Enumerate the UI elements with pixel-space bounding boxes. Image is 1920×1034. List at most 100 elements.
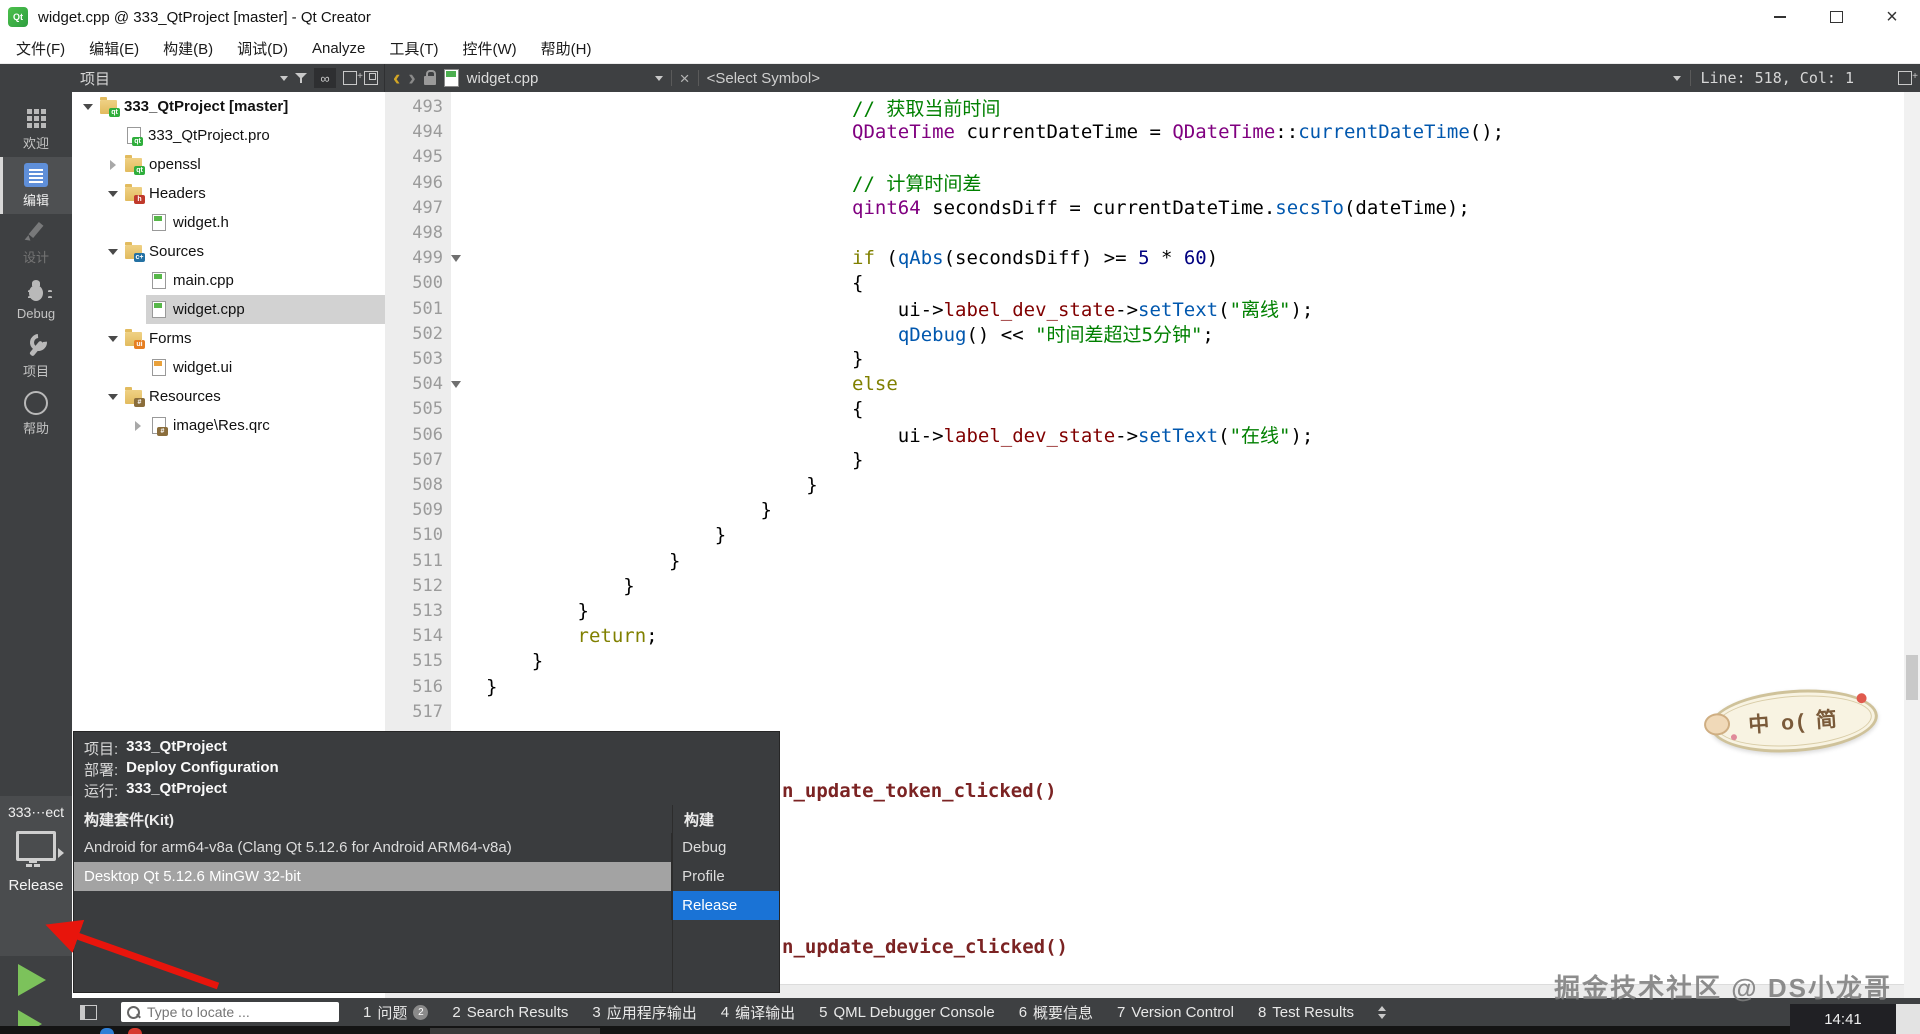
- code-segment: }: [486, 474, 818, 496]
- output-pane-button[interactable]: 1 问题 2: [363, 1002, 429, 1023]
- folder-h-icon: h: [125, 183, 145, 204]
- close-file-icon[interactable]: ×: [680, 70, 690, 87]
- kit-option[interactable]: Desktop Qt 5.12.6 MinGW 32-bit: [74, 862, 672, 891]
- kit-selector-button[interactable]: 333⋯ect Release: [0, 796, 72, 956]
- code-segment: (: [1218, 425, 1230, 448]
- mode-sidebar: 欢迎编辑 设计 Debug 项目 帮助 333⋯ect Release: [0, 64, 72, 1034]
- minimize-button[interactable]: [1752, 0, 1808, 34]
- code-text: {: [469, 398, 863, 420]
- output-pane-button[interactable]: 4 编译输出: [721, 1002, 795, 1023]
- lock-icon: [423, 70, 436, 85]
- mode-label: 欢迎: [22, 135, 49, 151]
- tree-row[interactable]: qt 333_QtProject.pro: [72, 121, 385, 150]
- ui-file-icon: [152, 359, 166, 376]
- sidebar-mode-Debug[interactable]: Debug: [0, 271, 72, 328]
- pane-dropdown-icon[interactable]: [280, 75, 288, 81]
- run-button[interactable]: [18, 964, 46, 996]
- close-button[interactable]: ×: [1864, 0, 1920, 34]
- tree-row[interactable]: h Headers: [72, 179, 385, 208]
- sidebar-mode-设计[interactable]: 设计: [0, 214, 72, 271]
- tree-row[interactable]: c+ Sources: [72, 237, 385, 266]
- vertical-scrollbar[interactable]: [1904, 92, 1920, 998]
- code-text: if (qAbs(secondsDiff) >= 5 * 60): [469, 247, 1218, 269]
- sidebar-mode-欢迎[interactable]: 欢迎: [0, 100, 72, 157]
- split-editor-icon[interactable]: [1898, 71, 1918, 85]
- menu-item[interactable]: 编辑(E): [77, 34, 151, 63]
- maximize-button[interactable]: [1808, 0, 1864, 34]
- sync-with-editor-icon[interactable]: ∞: [314, 68, 336, 88]
- open-file-tab[interactable]: widget.cpp: [467, 70, 647, 87]
- sidebar-mode-帮助[interactable]: 帮助: [0, 385, 72, 442]
- chevron-expanded-icon[interactable]: [105, 393, 121, 400]
- build-option[interactable]: Release: [672, 891, 779, 920]
- menu-item[interactable]: 文件(F): [4, 34, 77, 63]
- menu-item[interactable]: Analyze: [300, 34, 377, 63]
- menu-item[interactable]: 控件(W): [451, 34, 529, 63]
- sidebar-mode-编辑[interactable]: 编辑: [0, 157, 72, 214]
- output-pane-button[interactable]: 2 Search Results: [452, 1004, 568, 1021]
- output-pane-button[interactable]: 3 应用程序输出: [592, 1002, 696, 1023]
- toggle-sidebar-icon[interactable]: [80, 1004, 97, 1020]
- go-back-icon[interactable]: ‹: [393, 67, 400, 89]
- sidebar-mode-项目[interactable]: 项目: [0, 328, 72, 385]
- go-forward-icon[interactable]: ›: [408, 67, 415, 89]
- pane-title[interactable]: 项目: [80, 68, 110, 89]
- tree-row[interactable]: widget.h: [72, 208, 385, 237]
- line-number: 516: [412, 676, 443, 697]
- chevron-collapsed-icon[interactable]: [130, 420, 146, 431]
- code-segment: (secondsDiff) >=: [943, 247, 1139, 270]
- line-number: 517: [412, 701, 443, 722]
- filter-icon[interactable]: [295, 72, 307, 84]
- menu-item[interactable]: 调试(D): [225, 34, 300, 63]
- code-text: {: [469, 272, 863, 294]
- menu-item[interactable]: 帮助(H): [529, 34, 604, 63]
- code-segment: setText: [1138, 425, 1219, 448]
- chevron-expanded-icon[interactable]: [80, 103, 96, 110]
- tree-row[interactable]: qt 333_QtProject [master]: [72, 92, 385, 121]
- chevron-collapsed-icon[interactable]: [105, 159, 121, 170]
- output-pane-button[interactable]: 8 Test Results: [1258, 1004, 1354, 1021]
- qt-creator-icon: Qt: [8, 7, 28, 27]
- line-col-dropdown-icon[interactable]: [1673, 75, 1682, 81]
- output-pane-button[interactable]: 7 Version Control: [1117, 1004, 1234, 1021]
- tree-row[interactable]: widget.ui: [72, 353, 385, 382]
- tree-row[interactable]: # Resources: [72, 382, 385, 411]
- kit-option[interactable]: Android for arm64-v8a (Clang Qt 5.12.6 f…: [74, 833, 671, 862]
- locator-box[interactable]: [121, 1002, 339, 1022]
- fold-marker-icon[interactable]: [443, 380, 469, 388]
- code-segment: // 计算时间差: [852, 173, 982, 196]
- chevron-expanded-icon[interactable]: [105, 190, 121, 197]
- tree-row[interactable]: main.cpp: [72, 266, 385, 295]
- tree-row[interactable]: ui Forms: [72, 324, 385, 353]
- line-number: 512: [412, 575, 443, 596]
- tree-row[interactable]: qt openssl: [72, 150, 385, 179]
- output-pane-button[interactable]: 6 概要信息: [1019, 1002, 1093, 1023]
- code-line: 512 }: [385, 573, 1904, 599]
- chevron-expanded-icon[interactable]: [105, 248, 121, 255]
- chevron-expanded-icon[interactable]: [105, 335, 121, 342]
- symbol-selector[interactable]: <Select Symbol>: [707, 70, 820, 87]
- scrollbar-handle[interactable]: [1906, 655, 1918, 700]
- tree-row[interactable]: widget.cpp: [72, 295, 385, 324]
- line-number: 503: [412, 349, 443, 369]
- build-option[interactable]: Profile: [672, 862, 779, 891]
- tree-item-label: Forms: [149, 330, 192, 347]
- menu-item[interactable]: 工具(T): [377, 34, 450, 63]
- output-pane-button[interactable]: 5 QML Debugger Console: [819, 1004, 995, 1021]
- file-dropdown-icon[interactable]: [654, 75, 663, 81]
- output-pane-arrows-icon[interactable]: [1378, 1005, 1386, 1019]
- kit-caret-icon: [58, 848, 64, 858]
- code-text: }: [469, 650, 543, 672]
- menu-item[interactable]: 构建(B): [151, 34, 225, 63]
- locator-input[interactable]: [145, 1003, 333, 1021]
- build-option[interactable]: Debug: [672, 833, 779, 862]
- split-pane-icon[interactable]: [343, 71, 363, 85]
- tree-row[interactable]: # image\Res.qrc: [72, 411, 385, 440]
- code-segment: ::: [1275, 121, 1299, 144]
- close-pane-icon[interactable]: [364, 71, 378, 85]
- code-segment: ();: [1469, 121, 1505, 144]
- kit-popup-info-line: 运行: 333_QtProject: [84, 780, 769, 801]
- fold-marker-icon[interactable]: [443, 254, 469, 262]
- tree-item-content: widget.ui: [146, 353, 385, 382]
